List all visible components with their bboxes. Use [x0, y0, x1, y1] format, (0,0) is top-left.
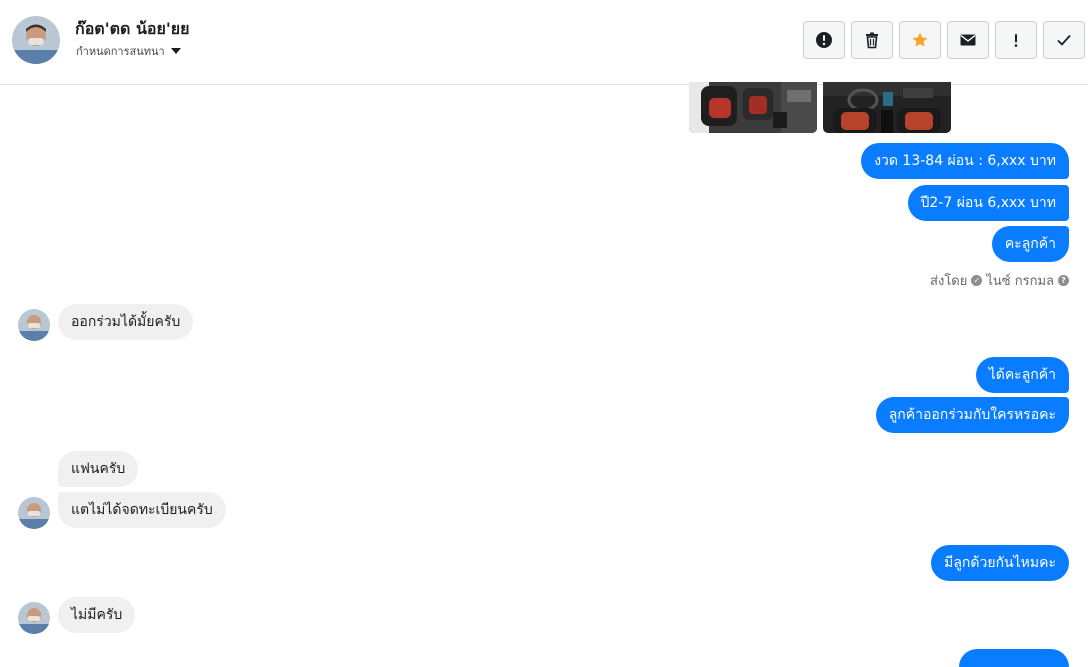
contact-avatar-small[interactable]	[18, 602, 50, 634]
incoming-message[interactable]: ไม่มีครับ	[58, 597, 136, 633]
car-interior-photo[interactable]	[689, 82, 817, 133]
contact-avatar-small[interactable]	[18, 309, 50, 341]
mark-unread-button[interactable]	[947, 21, 989, 59]
caret-down-icon	[170, 48, 181, 54]
contact-avatar[interactable]	[12, 16, 60, 64]
messenger-conversation: ก๊อต'ตด น้อย'ยย กำหนดการสนทนา งวด 13-84 …	[0, 0, 1088, 667]
contact-avatar-small[interactable]	[18, 497, 50, 529]
outgoing-message[interactable]: มีลูกด้วยกันไหมคะ	[931, 545, 1069, 581]
outgoing-message[interactable]: คะลูกค้า	[991, 226, 1069, 262]
sent-by-info: ส่งโดย ✓ ไนซ์ กรกมล ?	[930, 270, 1069, 291]
message-thread: งวด 13-84 ผ่อน : 6,xxx บาท ปี2-7 ผ่อน 6,…	[0, 82, 1088, 667]
delete-button[interactable]	[851, 21, 893, 59]
important-button[interactable]	[995, 21, 1037, 59]
conversation-header: ก๊อต'ตด น้อย'ยย กำหนดการสนทนา	[0, 0, 1088, 85]
car-dashboard-photo[interactable]	[823, 82, 951, 133]
star-button[interactable]	[899, 21, 941, 59]
conversation-settings-dropdown[interactable]: กำหนดการสนทนา	[76, 42, 181, 60]
outgoing-message-partial[interactable]	[959, 649, 1069, 667]
conversation-settings-label: กำหนดการสนทนา	[76, 45, 165, 58]
sender-name: ไนซ์ กรกมล	[986, 274, 1054, 289]
outgoing-message[interactable]: ได้คะลูกค้า	[975, 357, 1069, 393]
contact-name: ก๊อต'ตด น้อย'ยย	[75, 19, 190, 38]
check-icon	[1057, 34, 1071, 46]
incoming-message[interactable]: ออกร่วมได้มั้ยครับ	[58, 304, 194, 340]
envelope-icon	[960, 34, 976, 46]
shared-photos	[689, 82, 951, 133]
star-icon	[912, 32, 928, 47]
incoming-message[interactable]: แฟนครับ	[58, 451, 139, 487]
incoming-message[interactable]: แตไม่ได้จดทะเบียนครับ	[58, 492, 226, 528]
report-button[interactable]	[803, 21, 845, 59]
outgoing-message[interactable]: ปี2-7 ผ่อน 6,xxx บาท	[907, 185, 1069, 221]
exclamation-icon	[1014, 34, 1018, 47]
sent-by-label: ส่งโดย	[930, 274, 968, 289]
alert-circle-icon	[816, 32, 832, 48]
action-toolbar	[803, 21, 1085, 59]
outgoing-message[interactable]: งวด 13-84 ผ่อน : 6,xxx บาท	[861, 143, 1069, 179]
trash-icon	[866, 32, 878, 49]
help-icon[interactable]: ?	[1058, 275, 1069, 286]
verified-icon: ✓	[971, 275, 983, 286]
done-button[interactable]	[1043, 21, 1085, 59]
outgoing-message[interactable]: ลูกค้าออกร่วมกับใครหรอคะ	[875, 397, 1069, 433]
